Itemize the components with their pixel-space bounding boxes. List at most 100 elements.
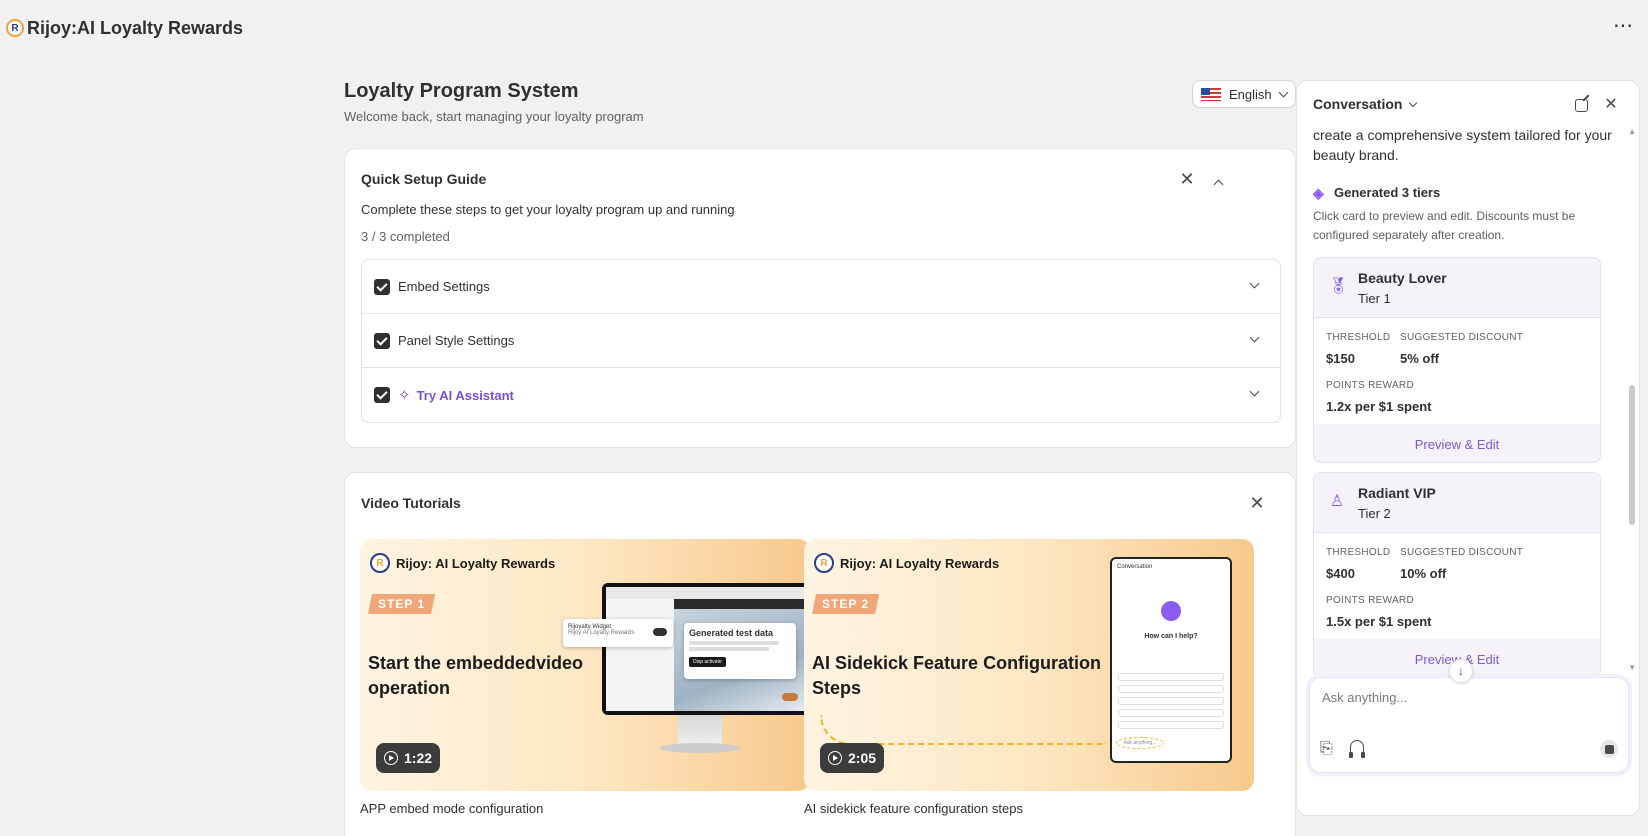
chat-input[interactable] bbox=[1322, 690, 1602, 705]
tier-name: Radiant VIP bbox=[1358, 485, 1436, 501]
phone-question: How can I help? bbox=[1144, 633, 1198, 640]
quick-setup-card: Quick Setup Guide ✕ Complete these steps… bbox=[344, 148, 1296, 448]
video-caption-1[interactable]: APP embed mode configuration bbox=[360, 801, 543, 816]
widget-popup: Rijoyalty Widget Rijoy AI Loyalty Reward… bbox=[563, 619, 673, 647]
panel-scrollbar[interactable] bbox=[1629, 385, 1635, 525]
panel-header: Conversation ✕ bbox=[1297, 81, 1639, 125]
video-caption-2[interactable]: AI sidekick feature configuration steps bbox=[804, 801, 1023, 816]
paperclip-icon[interactable]: ⎘ bbox=[1320, 740, 1333, 758]
edit-icon bbox=[1574, 98, 1588, 112]
new-chat-button[interactable] bbox=[1571, 95, 1591, 115]
discount-label: SUGGESTED DISCOUNT bbox=[1400, 547, 1524, 558]
main-content: Loyalty Program System Welcome back, sta… bbox=[344, 56, 1296, 836]
tier-name: Beauty Lover bbox=[1358, 270, 1447, 286]
video-duration: 2:05 bbox=[848, 750, 877, 766]
brand-name: Rijoy: AI Loyalty Rewards bbox=[840, 555, 1000, 571]
close-setup-button[interactable]: ✕ bbox=[1177, 169, 1197, 189]
threshold-label: THRESHOLD bbox=[1326, 332, 1391, 343]
generated-tiers-heading: ◈ Generated 3 tiers bbox=[1313, 185, 1440, 200]
play-icon bbox=[828, 751, 842, 765]
scroll-up-arrow-icon[interactable]: ▲ bbox=[1628, 127, 1636, 136]
points-value: 1.5x per $1 spent bbox=[1326, 614, 1432, 629]
step-badge: STEP 2 bbox=[812, 594, 880, 614]
screen-popup: Generated test data Disp activate bbox=[684, 623, 796, 679]
video-tutorials-card: Video Tutorials ✕ R Rijoy: AI Loyalty Re… bbox=[344, 472, 1296, 836]
discount-value: 5% off bbox=[1400, 351, 1439, 366]
step-label: Try AI Assistant bbox=[416, 387, 514, 403]
collapse-setup-button[interactable] bbox=[1213, 175, 1224, 193]
setup-title: Quick Setup Guide bbox=[361, 171, 487, 187]
app-title: Rijoy:AI Loyalty Rewards bbox=[27, 17, 244, 38]
step-checkbox[interactable] bbox=[374, 278, 390, 295]
points-label: POINTS REWARD bbox=[1326, 380, 1414, 391]
preview-edit-button[interactable]: Preview & Edit bbox=[1314, 424, 1600, 462]
app-topbar: R Rijoy:AI Loyalty Rewards ⋯ bbox=[0, 0, 1648, 56]
generated-tiers-description: Click card to preview and edit. Discount… bbox=[1313, 209, 1576, 242]
threshold-value: $400 bbox=[1326, 566, 1355, 581]
close-videos-button[interactable]: ✕ bbox=[1247, 493, 1267, 513]
stop-button[interactable] bbox=[1600, 740, 1618, 758]
play-button[interactable]: 1:22 bbox=[376, 743, 441, 773]
points-value: 1.2x per $1 spent bbox=[1326, 399, 1432, 414]
page-subtitle: Welcome back, start managing your loyalt… bbox=[344, 109, 644, 124]
scroll-down-arrow-icon[interactable]: ▼ bbox=[1628, 663, 1636, 672]
step-label: Embed Settings bbox=[398, 279, 490, 294]
conversation-dropdown[interactable]: Conversation bbox=[1313, 96, 1418, 112]
play-button[interactable]: 2:05 bbox=[820, 743, 885, 773]
points-label: POINTS REWARD bbox=[1326, 595, 1414, 606]
phone-header: Conversation bbox=[1117, 564, 1153, 570]
brand-logo-icon: R bbox=[370, 553, 390, 573]
video-thumbnail-1[interactable]: R Rijoy: AI Loyalty Rewards STEP 1 Start… bbox=[360, 539, 810, 791]
step-checkbox[interactable] bbox=[374, 332, 390, 349]
threshold-label: THRESHOLD bbox=[1326, 547, 1391, 558]
more-options-icon[interactable]: ⋯ bbox=[1613, 16, 1634, 36]
tier-card-1[interactable]: 🏅︎ Beauty Lover Tier 1 THRESHOLD $150 SU… bbox=[1313, 257, 1601, 463]
step-checkbox[interactable] bbox=[374, 387, 390, 403]
close-panel-button[interactable]: ✕ bbox=[1601, 94, 1621, 114]
step-label: Panel Style Settings bbox=[398, 333, 515, 348]
video-thumbnail-2[interactable]: R Rijoy: AI Loyalty Rewards STEP 2 AI Si… bbox=[804, 539, 1254, 791]
phone-input: Ask anything... bbox=[1116, 737, 1164, 749]
monitor-illustration: Generated test data Disp activate bbox=[602, 583, 810, 715]
setup-description: Complete these steps to get your loyalty… bbox=[361, 202, 735, 217]
setup-steps-list: Embed Settings Panel Style Settings ✧ Tr… bbox=[361, 259, 1281, 423]
tier-card-2[interactable]: ♙ Radiant VIP Tier 2 THRESHOLD $400 SUGG… bbox=[1313, 472, 1601, 678]
screen-popup-button: Disp activate bbox=[689, 657, 726, 667]
video-brand: R Rijoy: AI Loyalty Rewards bbox=[814, 553, 999, 573]
assistant-message: create a comprehensive system tailored f… bbox=[1313, 127, 1612, 163]
award-icon: ♙ bbox=[1329, 493, 1345, 510]
app-logo-icon: R bbox=[6, 19, 24, 37]
generated-tiers-title: Generated 3 tiers bbox=[1334, 185, 1441, 200]
chevron-up-icon bbox=[1213, 179, 1224, 190]
language-label: English bbox=[1229, 86, 1272, 102]
dashed-arrow-illustration bbox=[820, 715, 1106, 745]
step-try-ai-assistant[interactable]: ✧ Try AI Assistant bbox=[362, 368, 1280, 422]
sparkle-icon: ✧ bbox=[398, 387, 411, 404]
step-panel-style-settings[interactable]: Panel Style Settings bbox=[362, 314, 1280, 368]
video-headline: Start the embeddedvideo operation bbox=[368, 653, 584, 698]
language-selector[interactable]: English bbox=[1192, 80, 1296, 108]
us-flag-icon bbox=[1201, 87, 1221, 101]
scroll-to-bottom-button[interactable]: ↓ bbox=[1449, 659, 1473, 683]
setup-progress: 3 / 3 completed bbox=[361, 229, 450, 244]
play-icon bbox=[384, 751, 398, 765]
discount-label: SUGGESTED DISCOUNT bbox=[1400, 332, 1524, 343]
conversation-messages[interactable]: create a comprehensive system tailored f… bbox=[1297, 125, 1639, 735]
chevron-down-icon bbox=[1278, 87, 1289, 97]
tier-level: Tier 1 bbox=[1358, 291, 1391, 306]
video-tutorials-title: Video Tutorials bbox=[361, 495, 461, 511]
chevron-down-icon bbox=[1249, 386, 1260, 397]
medal-icon: 🏅︎ bbox=[1328, 278, 1349, 295]
threshold-value: $150 bbox=[1326, 351, 1355, 366]
chevron-down-icon bbox=[1249, 278, 1260, 289]
headphones-icon[interactable] bbox=[1349, 740, 1365, 758]
brand-logo-icon: R bbox=[814, 553, 834, 573]
panel-title: Conversation bbox=[1313, 96, 1403, 112]
screen-popup-title: Generated test data bbox=[689, 628, 774, 638]
chevron-down-icon bbox=[1249, 332, 1260, 343]
brand-name: Rijoy: AI Loyalty Rewards bbox=[396, 555, 556, 571]
video-brand: R Rijoy: AI Loyalty Rewards bbox=[370, 553, 555, 573]
tier-level: Tier 2 bbox=[1358, 506, 1391, 521]
step-embed-settings[interactable]: Embed Settings bbox=[362, 260, 1280, 314]
video-headline: AI Sidekick Feature Configuration Steps bbox=[812, 653, 1102, 698]
